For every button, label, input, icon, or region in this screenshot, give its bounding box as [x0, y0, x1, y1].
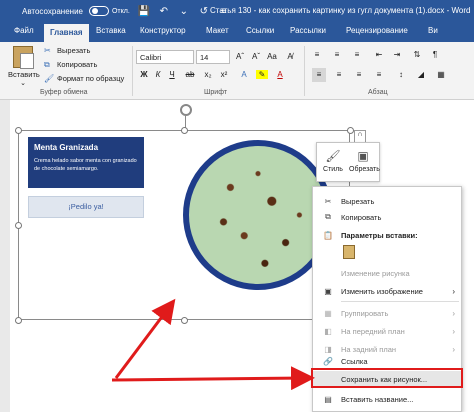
- red-arrow-to-menu-item: [111, 366, 315, 391]
- annotation-arrows: [111, 298, 315, 391]
- red-arrow-to-image: [114, 298, 176, 379]
